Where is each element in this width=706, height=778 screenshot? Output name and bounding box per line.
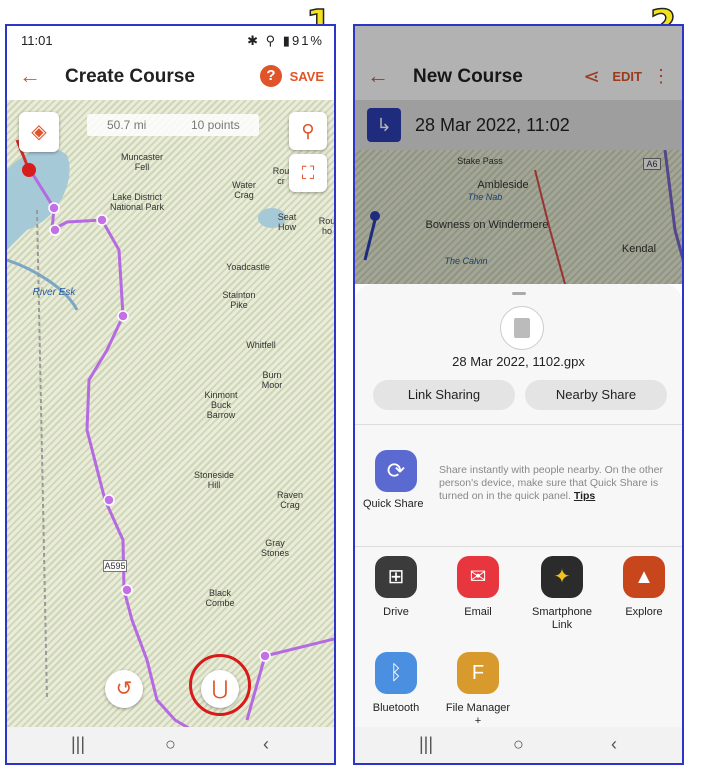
route-point[interactable] — [103, 494, 115, 506]
sheet-scrim[interactable] — [355, 26, 682, 284]
app-bar: ← Create Course ? SAVE — [7, 54, 334, 100]
divider — [355, 424, 682, 425]
share-app-file-manager[interactable]: F File Manager + — [443, 652, 513, 728]
share-app-smartphone-link[interactable]: ✦ Smartphone Link — [527, 556, 597, 632]
map-label: Rou cr — [272, 166, 290, 186]
system-nav-bar: ||| ○ ‹ — [355, 727, 682, 763]
share-app-explore[interactable]: ▲ Explore — [609, 556, 679, 619]
tips-link[interactable]: Tips — [574, 490, 595, 502]
share-app-bluetooth[interactable]: ᛒ Bluetooth — [361, 652, 431, 715]
route-point[interactable] — [49, 224, 61, 236]
route-point[interactable] — [117, 310, 129, 322]
app-label: Bluetooth — [372, 702, 420, 714]
email-icon: ✉ — [457, 556, 499, 598]
quick-share-label[interactable]: Quick Share — [363, 498, 424, 510]
recents-icon[interactable]: ||| — [419, 734, 433, 755]
link-sharing-button[interactable]: Link Sharing — [373, 380, 515, 410]
layers-icon[interactable]: ◈ — [19, 112, 59, 152]
points-count: 10 points — [191, 118, 240, 132]
route-point[interactable] — [96, 214, 108, 226]
recents-icon[interactable]: ||| — [71, 734, 85, 755]
battery-level: 91% — [291, 33, 324, 48]
course-route-end — [245, 637, 334, 721]
save-button[interactable]: SAVE — [290, 69, 324, 84]
railway-line — [36, 209, 48, 701]
app-label: File Manager + — [445, 702, 511, 727]
map-label: Seat How — [277, 212, 297, 232]
back-arrow-icon[interactable]: ← — [19, 63, 41, 89]
map-label: Lake District National Park — [109, 192, 165, 212]
phone-new-course-share: ← New Course ⋖ EDIT ⋮ ↳ 28 Mar 2022, 11:… — [353, 24, 684, 765]
file-manager-icon: F — [457, 652, 499, 694]
system-nav-bar: ||| ○ ‹ — [7, 727, 334, 763]
app-label: Explore — [625, 606, 663, 618]
route-point[interactable] — [121, 584, 133, 596]
bluetooth-icon: ᛒ — [375, 652, 417, 694]
map-label: Rou ho — [318, 216, 336, 236]
map-label: Gray Stones — [260, 538, 290, 558]
file-name: 28 Mar 2022, 1102.gpx — [452, 354, 585, 369]
road-shield: A595 — [103, 560, 127, 572]
map-label: Kinmont Buck Barrow — [204, 390, 238, 420]
share-sheet: 28 Mar 2022, 1102.gpx Link Sharing Nearb… — [355, 284, 682, 731]
home-icon[interactable]: ○ — [513, 734, 524, 755]
river-esk-line — [7, 258, 79, 311]
quick-share-description: Share instantly with people nearby. On t… — [439, 464, 674, 503]
map-label: Stoneside Hill — [193, 470, 235, 490]
route-point[interactable] — [48, 202, 60, 214]
map-label: Burn Moor — [261, 370, 283, 390]
route-point[interactable] — [259, 650, 271, 662]
share-app-drive[interactable]: ⊞ Drive — [361, 556, 431, 619]
course-route — [25, 164, 193, 730]
app-label: Email — [464, 606, 492, 618]
map-label: Whitfell — [246, 340, 276, 350]
divider — [355, 546, 682, 547]
map-label: Yoadcastle — [226, 262, 270, 272]
status-bar: 11:01 ✱ ⚲ ▮91% — [7, 26, 334, 54]
quick-share-icon[interactable]: ⟳ — [375, 450, 417, 492]
distance-value: 50.7 mi — [107, 118, 147, 132]
fullscreen-icon[interactable]: ⛶ — [289, 154, 327, 192]
drive-icon: ⊞ — [375, 556, 417, 598]
highlight-ring — [189, 654, 251, 716]
undo-icon[interactable]: ↺ — [105, 670, 143, 708]
status-icons: ✱ ⚲ ▮91% — [247, 33, 324, 48]
status-time: 11:01 — [21, 33, 53, 48]
app-label: Smartphone Link — [532, 606, 592, 631]
page-title: Create Course — [65, 66, 195, 87]
map-label: Raven Crag — [276, 490, 303, 510]
map-label: Stainton Pike — [222, 290, 256, 310]
phone-create-course: 11:01 ✱ ⚲ ▮91% ← Create Course ? SAVE Mu… — [5, 24, 336, 765]
back-nav-icon[interactable]: ‹ — [263, 734, 269, 755]
map-label: Black Combe — [205, 588, 235, 608]
map-label-river: River Esk — [32, 287, 76, 298]
garmin-smartphone-link-icon: ✦ — [541, 556, 583, 598]
sheet-handle[interactable] — [512, 292, 526, 295]
share-app-email[interactable]: ✉ Email — [443, 556, 513, 619]
course-stats: 50.7 mi 10 points — [87, 114, 259, 136]
route-start-point[interactable] — [22, 163, 36, 177]
quick-share-desc-text: Share instantly with people nearby. On t… — [439, 464, 663, 502]
back-nav-icon[interactable]: ‹ — [611, 734, 617, 755]
map-view[interactable]: Muncaster Fell Lake District National Pa… — [7, 100, 334, 730]
file-icon — [500, 306, 544, 350]
help-icon[interactable]: ? — [260, 65, 282, 87]
map-label: Muncaster Fell — [120, 152, 164, 172]
garmin-explore-icon: ▲ — [623, 556, 665, 598]
nearby-share-button[interactable]: Nearby Share — [525, 380, 667, 410]
home-icon[interactable]: ○ — [165, 734, 176, 755]
app-label: Drive — [383, 606, 409, 618]
map-canvas — [7, 139, 334, 730]
search-icon[interactable]: ⚲ — [289, 112, 327, 150]
map-label: Water Crag — [232, 180, 256, 200]
